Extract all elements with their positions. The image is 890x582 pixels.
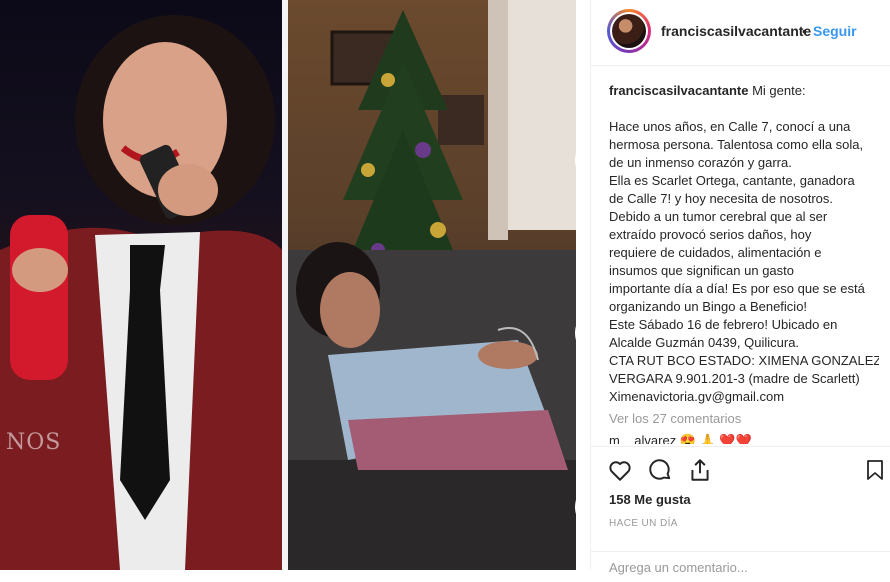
caption-line: CTA RUT BCO ESTADO: XIMENA GONZALEZ [609, 353, 879, 368]
photo-singer: NOS [0, 0, 282, 570]
room-illustration [288, 0, 576, 570]
carousel-indicator [575, 490, 590, 524]
caption-line: Ximenavictoria.gv@gmail.com [609, 389, 785, 404]
caption-line: importante día a día! Es por eso que se … [609, 281, 865, 296]
caption-line: Alcalde Guzmán 0439, Quilicura. [609, 335, 800, 350]
singer-illustration [0, 15, 282, 570]
caption-greeting: Mi gente: [752, 83, 806, 98]
caption-line: requiere de cuidados, alimentación e [609, 245, 822, 260]
share-icon[interactable] [687, 457, 713, 488]
caption-line: Ella es Scarlet Ortega, cantante, ganado… [609, 173, 855, 188]
post-date: HACE UN DÍA [609, 518, 678, 529]
caption-line: de Calle 7! y hoy necesita de nosotros. [609, 191, 834, 206]
caption-line: Hace unos años, en Calle 7, conocí a una [609, 119, 851, 134]
caption-line: insumos que significan un gasto [609, 263, 795, 278]
caption-line: extraído provocó serios daños, hoy [609, 227, 812, 242]
caption: franciscasilvacantante Mi gente: Hace un… [609, 82, 879, 444]
comment-input[interactable] [609, 560, 869, 575]
separator-dot: • [802, 23, 807, 39]
likes-count[interactable]: 158 Me gusta [609, 492, 691, 507]
carousel-indicator [575, 143, 590, 177]
caption-line: Este Sábado 16 de febrero! Ubicado en [609, 317, 838, 332]
watermark-text: NOS [6, 430, 62, 455]
comment-bar [591, 551, 890, 582]
post-actions: 158 Me gusta HACE UN DÍA [591, 446, 890, 575]
header-username[interactable]: franciscasilvacantante [661, 23, 811, 39]
photo-patient [288, 0, 576, 570]
caption-line: de un inmenso corazón y garra. [609, 155, 792, 170]
caption-line: hermosa persona. Talentosa como ella sol… [609, 137, 864, 152]
follow-button[interactable]: Seguir [813, 23, 857, 39]
caption-line: VERGARA 9.901.201-3 (madre de Scarlett) [609, 371, 860, 386]
post-header: franciscasilvacantante • Seguir [591, 0, 890, 66]
caption-line: organizando un Bingo a Beneficio! [609, 299, 808, 314]
caption-username[interactable]: franciscasilvacantante [609, 83, 748, 98]
carousel-indicator [575, 316, 590, 350]
caption-line: Debido a un tumor cerebral que al ser [609, 209, 828, 224]
photo-edge [576, 0, 590, 570]
caption-first-line: franciscasilvacantante Mi gente: [609, 82, 879, 100]
comment-preview: m__alvarez 😍 🙏 ❤️❤️ [609, 433, 752, 444]
heart-icon[interactable] [607, 457, 633, 488]
avatar[interactable] [607, 9, 651, 53]
view-comments-link[interactable]: Ver los 27 comentarios [609, 410, 879, 428]
comment-icon[interactable] [647, 457, 673, 488]
bookmark-icon[interactable] [863, 457, 887, 488]
post-image[interactable]: NOS [0, 0, 590, 570]
post-side-panel: franciscasilvacantante • Seguir francisc… [590, 0, 890, 575]
